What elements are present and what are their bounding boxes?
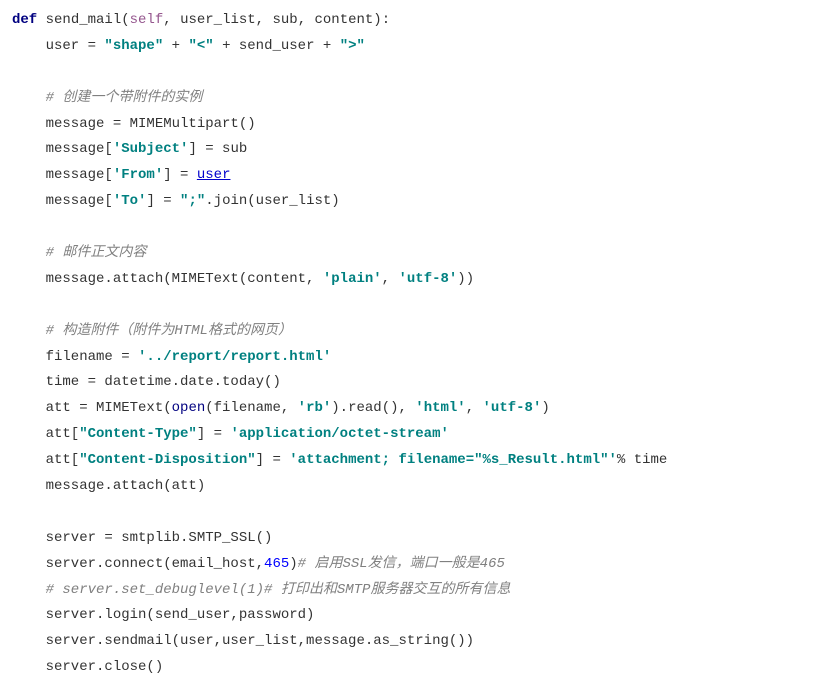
line-13: # 构造附件（附件为HTML格式的网页） bbox=[12, 323, 292, 339]
comment: # 邮件正文内容 bbox=[12, 245, 146, 261]
builtin-open: open bbox=[172, 400, 206, 416]
fn-name: send_mail bbox=[46, 12, 122, 28]
keyword-def: def bbox=[12, 12, 37, 28]
self-param: self bbox=[130, 12, 164, 28]
line-8: message['To'] = ";".join(user_list) bbox=[12, 193, 340, 209]
line-7: message['From'] = user bbox=[12, 167, 230, 183]
line-6: message['Subject'] = sub bbox=[12, 141, 247, 157]
line-23: # server.set_debuglevel(1)# 打印出和SMTP服务器交… bbox=[12, 582, 510, 598]
line-16: att = MIMEText(open(filename, 'rb').read… bbox=[12, 400, 550, 416]
comment: # 构造附件（附件为HTML格式的网页） bbox=[12, 323, 292, 339]
code-block: def send_mail(self, user_list, sub, cont… bbox=[12, 8, 801, 681]
line-5: message = MIMEMultipart() bbox=[12, 116, 256, 132]
line-26: server.close() bbox=[12, 659, 163, 675]
comment: # 启用SSL发信，端口一般是465 bbox=[298, 556, 505, 572]
line-11: message.attach(MIMEText(content, 'plain'… bbox=[12, 271, 474, 287]
port-number: 465 bbox=[264, 556, 289, 572]
line-17: att["Content-Type"] = 'application/octet… bbox=[12, 426, 449, 442]
line-19: message.attach(att) bbox=[12, 478, 205, 494]
line-1: def send_mail(self, user_list, sub, cont… bbox=[12, 12, 390, 28]
line-10: # 邮件正文内容 bbox=[12, 245, 146, 261]
comment: # server.set_debuglevel(1)# 打印出和SMTP服务器交… bbox=[12, 582, 510, 598]
line-4: # 创建一个带附件的实例 bbox=[12, 90, 202, 106]
line-24: server.login(send_user,password) bbox=[12, 607, 314, 623]
params: , user_list, sub, content): bbox=[163, 12, 390, 28]
line-15: time = datetime.date.today() bbox=[12, 374, 281, 390]
line-18: att["Content-Disposition"] = 'attachment… bbox=[12, 452, 667, 468]
line-21: server = smtplib.SMTP_SSL() bbox=[12, 530, 272, 546]
line-2: user = "shape" + "<" + send_user + ">" bbox=[12, 38, 365, 54]
comment: # 创建一个带附件的实例 bbox=[12, 90, 202, 106]
line-22: server.connect(email_host,465)# 启用SSL发信，… bbox=[12, 556, 505, 572]
user-link[interactable]: user bbox=[197, 167, 231, 183]
line-14: filename = '../report/report.html' bbox=[12, 349, 331, 365]
line-25: server.sendmail(user,user_list,message.a… bbox=[12, 633, 474, 649]
